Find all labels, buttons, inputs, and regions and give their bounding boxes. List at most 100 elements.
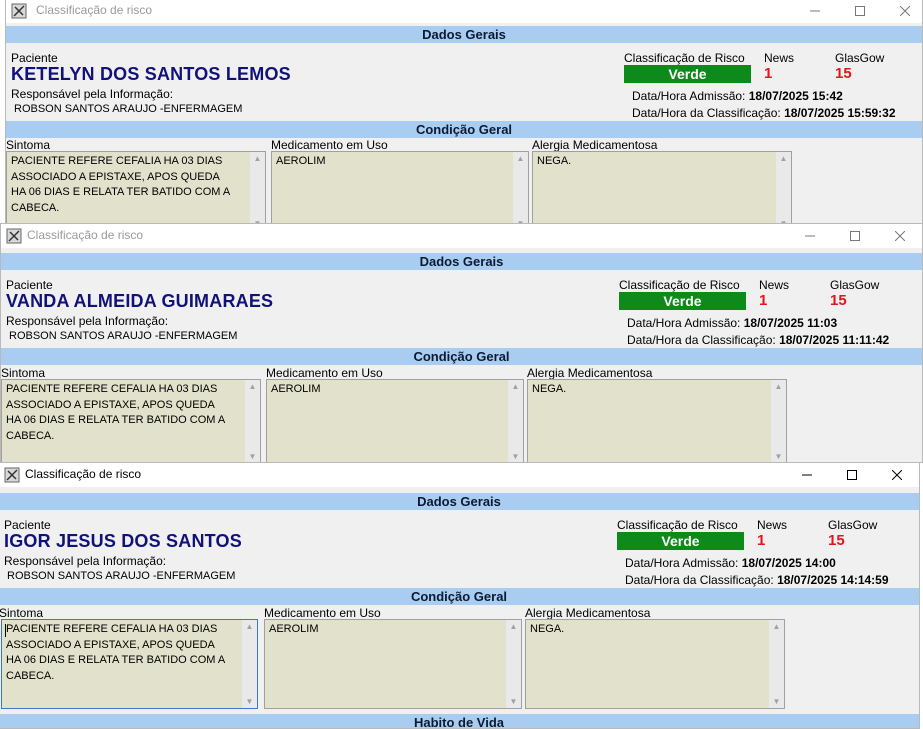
maximize-icon xyxy=(846,470,857,480)
admission-datetime: Data/Hora Admissão: 18/07/2025 15:42 xyxy=(632,89,843,103)
risk-label: Classificação de Risco xyxy=(617,518,738,532)
risk-window-3: Classificação de risco Dados Gerais Paci… xyxy=(0,462,920,729)
scrollbar[interactable]: ▲ ▼ xyxy=(771,380,786,462)
scroll-up-icon[interactable]: ▲ xyxy=(242,622,257,631)
patient-name: KETELYN DOS SANTOS LEMOS xyxy=(11,64,291,84)
glasgow-value: 15 xyxy=(828,532,845,549)
allergy-label: Alergia Medicamentosa xyxy=(525,606,651,620)
minimize-button[interactable] xyxy=(787,224,832,248)
medication-textarea[interactable]: AEROLIM ▲ ▼ xyxy=(266,379,524,462)
section-dados-gerais: Dados Gerais xyxy=(1,253,922,270)
scrollbar[interactable]: ▲ ▼ xyxy=(508,380,523,462)
scroll-down-icon[interactable]: ▼ xyxy=(508,452,523,461)
medication-label: Medicamento em Uso xyxy=(271,138,388,152)
maximize-icon xyxy=(854,6,865,16)
scrollbar[interactable]: ▲ ▼ xyxy=(513,152,528,223)
risk-badge: Verde xyxy=(619,292,746,310)
allergy-textarea[interactable]: NEGA. ▲ ▼ xyxy=(525,619,785,709)
title-bar[interactable]: Classificação de risco xyxy=(6,0,922,23)
close-button[interactable] xyxy=(882,0,922,23)
classification-datetime: Data/Hora da Classificação: 18/07/2025 1… xyxy=(625,573,889,587)
patient-name: IGOR JESUS DOS SANTOS xyxy=(4,531,242,551)
scroll-up-icon[interactable]: ▲ xyxy=(506,622,521,631)
allergy-label: Alergia Medicamentosa xyxy=(532,138,658,152)
allergy-label: Alergia Medicamentosa xyxy=(527,366,653,380)
scrollbar[interactable]: ▲ ▼ xyxy=(250,152,265,223)
allergy-textarea[interactable]: NEGA. ▲ ▼ xyxy=(527,379,787,462)
responsible-label: Responsável pela Informação: xyxy=(6,314,169,328)
scroll-up-icon[interactable]: ▲ xyxy=(769,622,784,631)
responsible-value: ROBSON SANTOS ARAUJO -ENFERMAGEM xyxy=(7,570,236,582)
section-condicao-geral: Condição Geral xyxy=(6,121,922,138)
patient-name: VANDA ALMEIDA GUIMARAES xyxy=(6,291,274,311)
classification-datetime: Data/Hora da Classificação: 18/07/2025 1… xyxy=(632,106,896,120)
scroll-up-icon[interactable]: ▲ xyxy=(250,154,265,163)
app-icon xyxy=(6,228,22,244)
maximize-icon xyxy=(849,231,860,241)
news-label: News xyxy=(759,278,790,292)
close-icon xyxy=(894,231,905,241)
close-button[interactable] xyxy=(874,463,919,487)
news-label: News xyxy=(764,51,795,65)
scrollbar[interactable]: ▲ ▼ xyxy=(242,620,257,708)
scrollbar[interactable]: ▲ ▼ xyxy=(245,380,260,462)
risk-label: Classificação de Risco xyxy=(624,51,745,65)
responsible-label: Responsável pela Informação: xyxy=(11,87,174,101)
app-icon xyxy=(4,467,20,483)
risk-window-1: Classificação de risco Dados Gerais Paci… xyxy=(5,0,923,224)
patient-label: Paciente xyxy=(4,518,51,532)
glasgow-label: GlasGow xyxy=(830,278,880,292)
minimize-icon xyxy=(801,474,812,476)
window-title: Classificação de risco xyxy=(27,228,144,242)
scroll-down-icon[interactable]: ▼ xyxy=(506,697,521,706)
scroll-down-icon[interactable]: ▼ xyxy=(771,452,786,461)
scroll-up-icon[interactable]: ▲ xyxy=(771,382,786,391)
title-bar[interactable]: Classificação de risco xyxy=(1,224,922,248)
maximize-button[interactable] xyxy=(832,224,877,248)
close-button[interactable] xyxy=(877,224,922,248)
scrollbar[interactable]: ▲ ▼ xyxy=(776,152,791,223)
medication-textarea[interactable]: AEROLIM ▲ ▼ xyxy=(271,151,529,223)
minimize-button[interactable] xyxy=(792,0,837,23)
title-bar[interactable]: Classificação de risco xyxy=(0,463,919,487)
symptom-label: Sintoma xyxy=(0,606,44,620)
news-value: 1 xyxy=(759,292,768,309)
news-label: News xyxy=(757,518,788,532)
section-habito-de-vida: Habito de Vida xyxy=(0,714,919,728)
scroll-up-icon[interactable]: ▲ xyxy=(245,382,260,391)
symptom-textarea[interactable]: PACIENTE REFERE CEFALIA HA 03 DIAS ASSOC… xyxy=(1,379,261,462)
risk-label: Classificação de Risco xyxy=(619,278,740,292)
minimize-button[interactable] xyxy=(784,463,829,487)
scrollbar[interactable]: ▲ ▼ xyxy=(769,620,784,708)
minimize-icon xyxy=(809,10,820,12)
risk-badge: Verde xyxy=(624,65,751,83)
scroll-down-icon[interactable]: ▼ xyxy=(769,697,784,706)
glasgow-value: 15 xyxy=(830,292,847,309)
responsible-value: ROBSON SANTOS ARAUJO -ENFERMAGEM xyxy=(9,330,238,342)
close-icon xyxy=(891,470,902,480)
maximize-button[interactable] xyxy=(837,0,882,23)
glasgow-value: 15 xyxy=(835,65,852,82)
maximize-button[interactable] xyxy=(829,463,874,487)
section-dados-gerais: Dados Gerais xyxy=(6,26,922,43)
news-value: 1 xyxy=(757,532,766,549)
section-condicao-geral: Condição Geral xyxy=(0,588,919,605)
allergy-textarea[interactable]: NEGA. ▲ ▼ xyxy=(532,151,792,223)
scroll-down-icon[interactable]: ▼ xyxy=(242,697,257,706)
scrollbar[interactable]: ▲ ▼ xyxy=(506,620,521,708)
scroll-down-icon[interactable]: ▼ xyxy=(245,452,260,461)
app-icon xyxy=(11,3,27,19)
scroll-up-icon[interactable]: ▲ xyxy=(513,154,528,163)
symptom-textarea[interactable]: PACIENTE REFERE CEFALIA HA 03 DIAS ASSOC… xyxy=(6,151,266,223)
scroll-up-icon[interactable]: ▲ xyxy=(508,382,523,391)
admission-datetime: Data/Hora Admissão: 18/07/2025 14:00 xyxy=(625,556,836,570)
news-value: 1 xyxy=(764,65,773,82)
close-icon xyxy=(899,6,910,16)
symptom-textarea[interactable]: PACIENTE REFERE CEFALIA HA 03 DIAS ASSOC… xyxy=(1,619,258,709)
patient-label: Paciente xyxy=(6,278,53,292)
medication-textarea[interactable]: AEROLIM ▲ ▼ xyxy=(264,619,522,709)
glasgow-label: GlasGow xyxy=(835,51,885,65)
risk-window-2: Classificação de risco Dados Gerais Paci… xyxy=(0,223,923,463)
medication-label: Medicamento em Uso xyxy=(266,366,383,380)
scroll-up-icon[interactable]: ▲ xyxy=(776,154,791,163)
